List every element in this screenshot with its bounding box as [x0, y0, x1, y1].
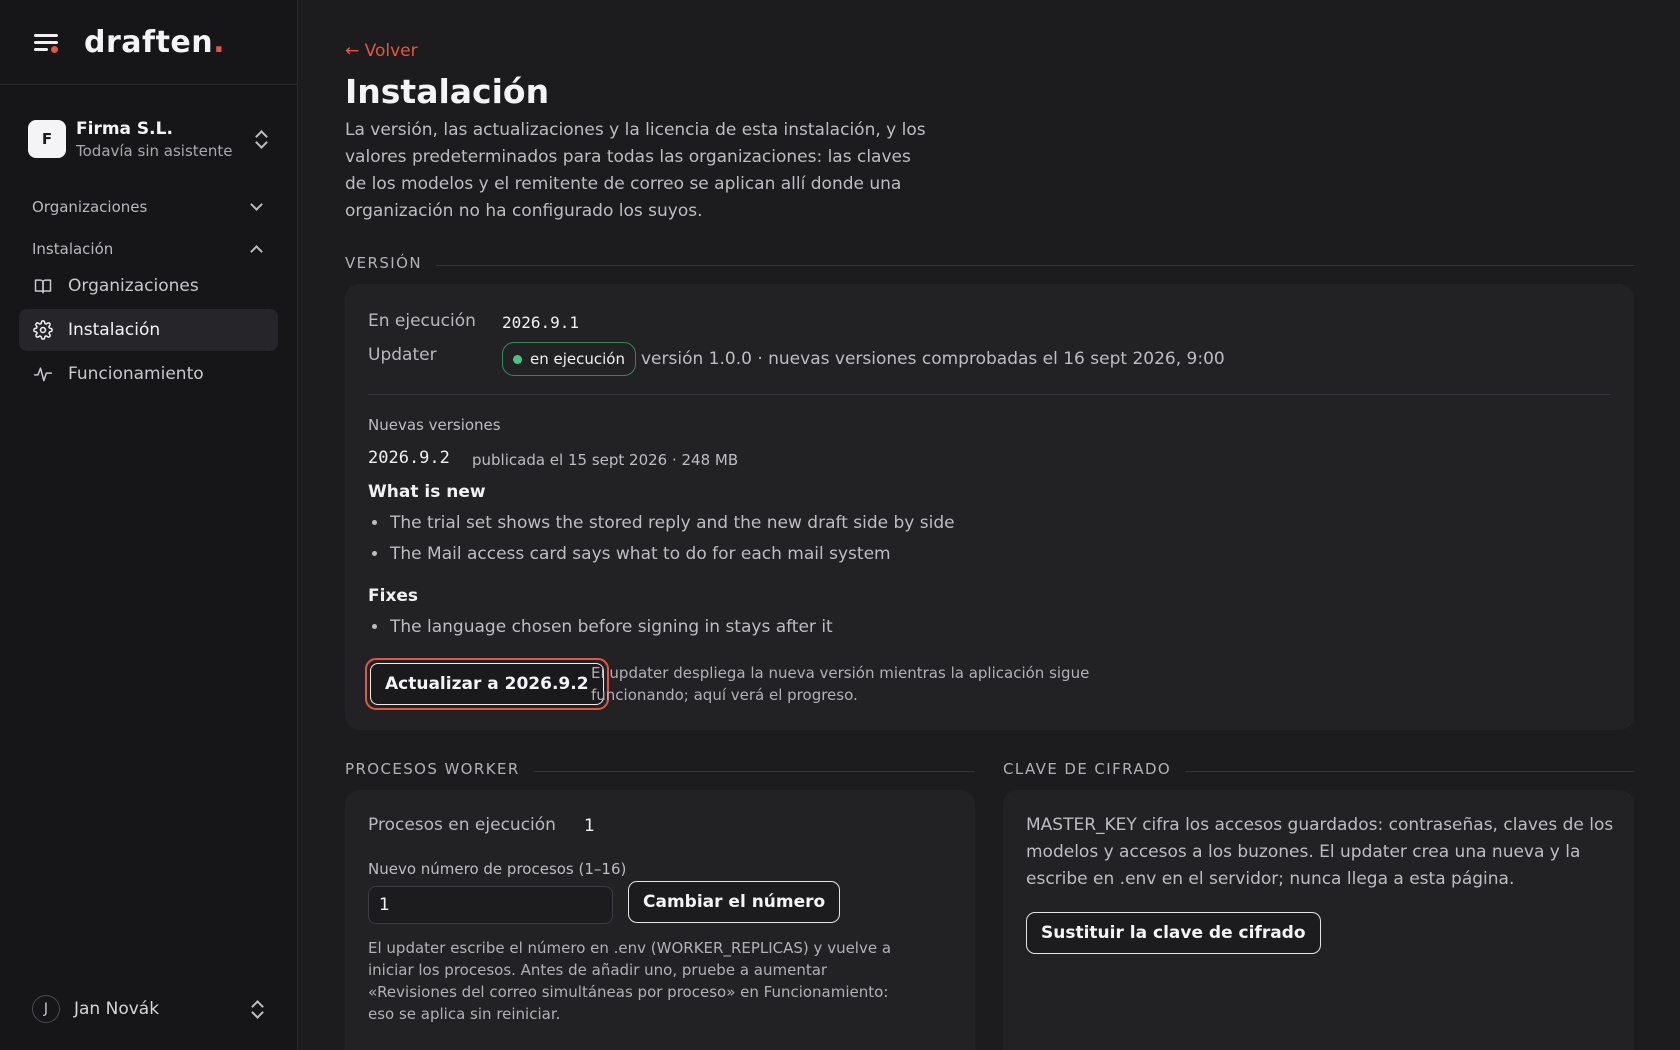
- book-icon: [32, 275, 54, 297]
- org-subtitle: Todavía sin asistente: [76, 141, 233, 160]
- section-workers-label: PROCESOS WORKER: [345, 760, 975, 778]
- divider: [368, 394, 1611, 395]
- user-name: Jan Novák: [74, 999, 160, 1019]
- running-label: En ejecución: [368, 311, 476, 331]
- sidebar-item-organizaciones[interactable]: Organizaciones: [19, 265, 278, 307]
- fixes-title: Fixes: [368, 586, 419, 606]
- update-button[interactable]: Actualizar a 2026.9.2: [370, 663, 604, 705]
- org-switcher[interactable]: F Firma S.L. Todavía sin asistente: [18, 109, 279, 169]
- gear-icon: [32, 319, 54, 341]
- update-button-focus-ring: Actualizar a 2026.9.2: [365, 658, 609, 710]
- fixes-list: The language chosen before signing in st…: [372, 611, 833, 642]
- menu-icon[interactable]: [32, 30, 60, 54]
- encryption-description: MASTER_KEY cifra los accesos guardados: …: [1026, 815, 1614, 889]
- activity-icon: [32, 363, 54, 385]
- version-card: En ejecución 2026.9.1 Updater en ejecuci…: [345, 284, 1634, 730]
- back-link[interactable]: ← Volver: [345, 41, 418, 61]
- logo: draften.: [84, 24, 226, 60]
- workers-new-label: Nuevo número de procesos (1–16): [368, 860, 627, 878]
- nav-group-label: Instalación: [32, 240, 114, 258]
- whats-new-title: What is new: [368, 482, 486, 502]
- new-version-number: 2026.9.2: [368, 448, 450, 468]
- list-item: The Mail access card says what to do for…: [372, 538, 955, 569]
- updater-label: Updater: [368, 345, 437, 365]
- section-version-label: VERSIÓN: [345, 254, 1634, 272]
- chevron-up-down-icon: [253, 129, 269, 149]
- org-avatar: F: [28, 120, 66, 158]
- change-workers-button[interactable]: Cambiar el número: [628, 881, 841, 923]
- org-name: Firma S.L.: [76, 118, 173, 139]
- user-avatar: J: [32, 995, 60, 1023]
- status-dot-icon: [513, 354, 522, 364]
- nav-group-organizaciones[interactable]: Organizaciones: [32, 193, 265, 221]
- brand-bar: draften.: [0, 0, 297, 85]
- page-title: Instalación: [345, 72, 550, 111]
- user-switcher[interactable]: J Jan Novák: [32, 993, 265, 1025]
- nav-group-label: Organizaciones: [32, 198, 148, 216]
- list-item: The trial set shows the stored reply and…: [372, 507, 955, 538]
- sidebar-item-label: Funcionamiento: [68, 364, 204, 384]
- page-description: La versión, las actualizaciones y la lic…: [345, 120, 926, 221]
- workers-running-value: 1: [584, 816, 595, 836]
- sidebar: draften. F Firma S.L. Todavía sin asiste…: [0, 0, 298, 1050]
- chevron-down-icon: [250, 198, 263, 211]
- sidebar-item-instalacion[interactable]: Instalación: [19, 309, 278, 351]
- workers-card: Procesos en ejecución 1 Nuevo número de …: [345, 790, 975, 1050]
- workers-note: El updater escribe el número en .env (WO…: [368, 939, 892, 1023]
- whats-new-list: The trial set shows the stored reply and…: [372, 507, 955, 569]
- update-note: El updater despliega la nueva versión mi…: [591, 664, 1090, 704]
- replace-key-button[interactable]: Sustituir la clave de cifrado: [1026, 912, 1321, 954]
- workers-count-input[interactable]: [368, 886, 613, 924]
- encryption-card: MASTER_KEY cifra los accesos guardados: …: [1003, 790, 1634, 1050]
- updater-meta: versión 1.0.0 · nuevas versiones comprob…: [641, 349, 1225, 369]
- sidebar-item-label: Instalación: [68, 320, 161, 340]
- sidebar-item-funcionamiento[interactable]: Funcionamiento: [19, 353, 278, 395]
- new-version-meta: publicada el 15 sept 2026 · 248 MB: [472, 451, 739, 469]
- workers-running-label: Procesos en ejecución: [368, 815, 556, 835]
- new-versions-label: Nuevas versiones: [368, 416, 501, 434]
- section-encryption-label: CLAVE DE CIFRADO: [1003, 760, 1634, 778]
- nav-group-instalacion[interactable]: Instalación: [32, 235, 265, 263]
- sidebar-item-label: Organizaciones: [68, 276, 199, 296]
- updater-status-badge: en ejecución: [502, 342, 636, 376]
- list-item: The language chosen before signing in st…: [372, 611, 833, 642]
- chevron-up-icon: [250, 244, 263, 258]
- chevron-up-down-icon: [249, 999, 265, 1019]
- running-version: 2026.9.1: [502, 313, 580, 332]
